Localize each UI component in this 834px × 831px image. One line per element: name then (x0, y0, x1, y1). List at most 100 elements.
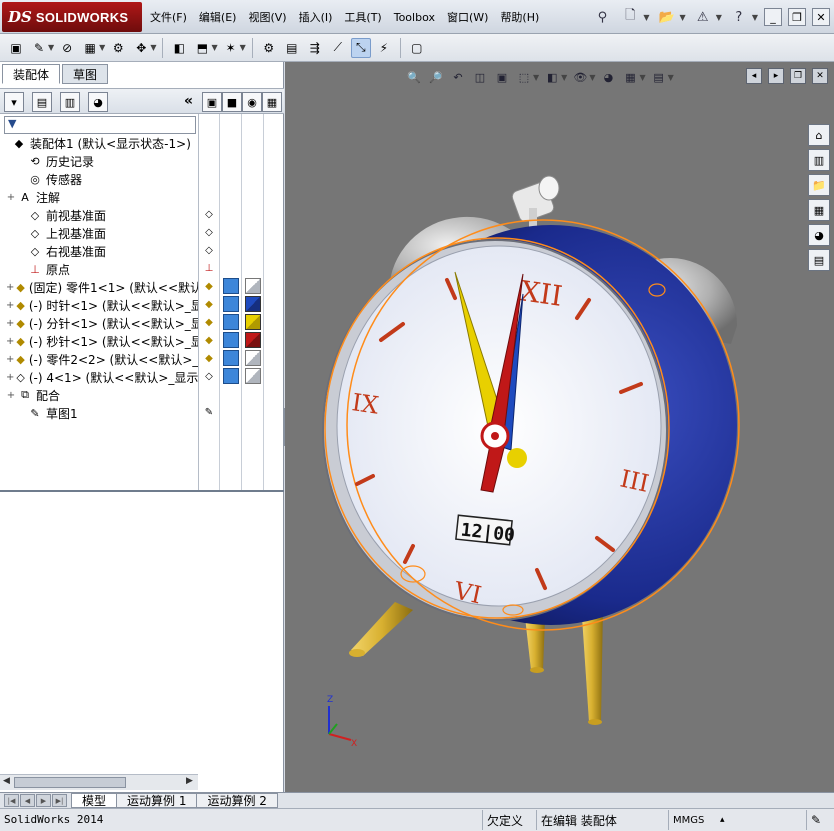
explode-line-sketch-icon[interactable]: ⟋ (328, 38, 348, 58)
tree-expander[interactable]: + (6, 192, 16, 203)
tree-expander[interactable]: + (6, 318, 14, 329)
move-dropdown-caret[interactable]: ▼ (150, 43, 156, 52)
component-display-icon[interactable]: ◆ (201, 332, 217, 348)
rebuild-dropdown-caret[interactable]: ▼ (716, 13, 722, 22)
tree-expander[interactable]: + (6, 300, 14, 311)
linear-pattern-icon[interactable]: ▦ (80, 38, 100, 58)
tree-item-part1[interactable]: + ◆ (固定) 零件1<1> (默认<<默认 (0, 278, 198, 296)
menu-view[interactable]: 视图(V) (242, 9, 292, 25)
menu-tools[interactable]: 工具(T) (338, 9, 387, 25)
display-mode-icon[interactable] (223, 332, 239, 348)
features-dropdown-caret[interactable]: ▼ (211, 43, 217, 52)
tree-item-hour-hand[interactable]: + ◆ (-) 时针<1> (默认<<默认>_显 (0, 296, 198, 314)
tree-filter[interactable]: ▼ (4, 116, 196, 134)
tree-horizontal-scrollbar[interactable]: ◀ ▶ (0, 774, 198, 790)
appearance-swatch-icon[interactable] (245, 350, 261, 366)
first-tab-icon[interactable]: |◀ (4, 794, 19, 807)
tab-sketch[interactable]: 草图 (62, 64, 109, 84)
pin-icon[interactable]: ⚲ (591, 6, 613, 28)
menu-window[interactable]: 窗口(W) (441, 9, 494, 25)
next-tab-icon[interactable]: ▶ (36, 794, 51, 807)
tab-motion-study-1[interactable]: 运动算例 1 (116, 793, 198, 808)
exploded-view-icon[interactable]: ⇶ (305, 38, 325, 58)
minimize-button[interactable]: _ (764, 8, 782, 26)
display-mode-icon[interactable] (223, 278, 239, 294)
take-snapshot-icon[interactable]: ▢ (407, 38, 427, 58)
tree-item-minute-hand[interactable]: + ◆ (-) 分针<1> (默认<<默认>_显 (0, 314, 198, 332)
smart-fasteners-icon[interactable]: ⚙ (108, 38, 128, 58)
tree-item-history[interactable]: ⟲ 历史记录 (0, 152, 198, 170)
restore-button[interactable]: ❐ (788, 8, 806, 26)
component-display-icon[interactable]: ◆ (201, 278, 217, 294)
tree-item-origin[interactable]: ⊥ 原点 (0, 260, 198, 278)
scroll-right-icon[interactable]: ▶ (186, 776, 193, 786)
units-caret-icon[interactable]: ▴ (716, 810, 729, 830)
close-button[interactable]: ✕ (812, 8, 830, 26)
display-mode-icon[interactable] (223, 314, 239, 330)
scroll-thumb[interactable] (14, 777, 126, 788)
origin-visibility-icon[interactable]: ⊥ (201, 260, 217, 276)
tree-item-sensors[interactable]: ◎ 传感器 (0, 170, 198, 188)
plane-visibility-icon[interactable]: ◇ (201, 206, 217, 222)
menu-help[interactable]: 帮助(H) (494, 9, 545, 25)
mate-icon[interactable]: ⊘ (57, 38, 77, 58)
insert-dropdown-caret[interactable]: ▼ (48, 43, 54, 52)
update-speedpak-icon[interactable]: ⚡ (374, 38, 394, 58)
display-mode-icon[interactable] (223, 350, 239, 366)
status-units[interactable]: MMGS (668, 810, 708, 830)
graphics-viewport[interactable]: 🔍 🔎 ↶ ◫ ▣ ⬚ ▼ ◧ ▼ 👁 ▼ ◕ ▦ ▼ ▤ ▼ ◂ ▸ ❐ ✕ … (285, 62, 834, 792)
menu-edit[interactable]: 编辑(E) (193, 9, 243, 25)
configuration-manager-icon[interactable]: ▥ (60, 92, 80, 112)
status-help-icon[interactable]: ✎ (806, 810, 825, 830)
open-folder-icon[interactable]: 📂 (656, 6, 678, 28)
display-pane-color-icon[interactable]: ◉ (242, 92, 262, 112)
appearance-swatch-icon[interactable] (245, 296, 261, 312)
display-manager-icon[interactable]: ◕ (88, 92, 108, 112)
display-mode-icon[interactable] (223, 296, 239, 312)
pattern-dropdown-caret[interactable]: ▼ (99, 43, 105, 52)
move-component-icon[interactable]: ✥ (131, 38, 151, 58)
tree-item-right-plane[interactable]: ◇ 右视基准面 (0, 242, 198, 260)
prev-tab-icon[interactable]: ◀ (20, 794, 35, 807)
bill-of-materials-icon[interactable]: ▤ (282, 38, 302, 58)
new-motion-study-icon[interactable]: ⚙ (259, 38, 279, 58)
plane-visibility-icon[interactable]: ◇ (201, 242, 217, 258)
display-pane-transparency-icon[interactable]: ▦ (262, 92, 282, 112)
tree-expander[interactable]: + (6, 282, 14, 293)
show-hidden-components-icon[interactable]: ◧ (169, 38, 189, 58)
feature-manager-tree-icon[interactable]: ▾ (4, 92, 24, 112)
component-display-icon[interactable]: ◆ (201, 314, 217, 330)
appearance-swatch-icon[interactable] (245, 278, 261, 294)
menu-toolbox[interactable]: Toolbox (388, 11, 441, 24)
component-display-icon[interactable]: ◇ (201, 368, 217, 384)
collapse-panel-icon[interactable]: « (184, 93, 193, 109)
appearance-swatch-icon[interactable] (245, 368, 261, 384)
help-dropdown-caret[interactable]: ▼ (752, 13, 758, 22)
tree-item-part2[interactable]: + ◆ (-) 零件2<2> (默认<<默认>_ (0, 350, 198, 368)
tree-item-mates[interactable]: + ⧉ 配合 (0, 386, 198, 404)
menu-insert[interactable]: 插入(I) (293, 9, 339, 25)
appearance-swatch-icon[interactable] (245, 314, 261, 330)
sketch-visibility-icon[interactable]: ✎ (201, 404, 217, 420)
tree-item-front-plane[interactable]: ◇ 前视基准面 (0, 206, 198, 224)
menu-file[interactable]: 文件(F) (144, 9, 193, 25)
display-pane-component-icon[interactable]: ▣ (202, 92, 222, 112)
reference-dropdown-caret[interactable]: ▼ (240, 43, 246, 52)
component-display-icon[interactable]: ◆ (201, 350, 217, 366)
component-display-icon[interactable]: ◆ (201, 296, 217, 312)
property-manager-icon[interactable]: ▤ (32, 92, 52, 112)
assembly-features-icon[interactable]: ⬒ (192, 38, 212, 58)
scroll-left-icon[interactable]: ◀ (3, 776, 10, 786)
new-part-icon[interactable]: ✎ (29, 38, 49, 58)
new-document-icon[interactable]: 🗋 (619, 6, 641, 28)
tree-expander[interactable]: + (6, 372, 14, 383)
rebuild-warning-icon[interactable]: ⚠ (692, 6, 714, 28)
tree-item-part4[interactable]: + ◇ (-) 4<1> (默认<<默认>_显示 (0, 368, 198, 386)
open-dropdown-caret[interactable]: ▼ (680, 13, 686, 22)
alarm-clock-model[interactable]: XII III VI IX 12|00 Z X (285, 62, 834, 792)
reference-geometry-icon[interactable]: ✶ (221, 38, 241, 58)
tree-root-assembly[interactable]: ◆ 装配体1 (默认<显示状态-1>) (0, 134, 198, 152)
tree-expander[interactable]: + (6, 354, 14, 365)
insert-components-icon[interactable]: ▣ (6, 38, 26, 58)
tree-item-top-plane[interactable]: ◇ 上视基准面 (0, 224, 198, 242)
